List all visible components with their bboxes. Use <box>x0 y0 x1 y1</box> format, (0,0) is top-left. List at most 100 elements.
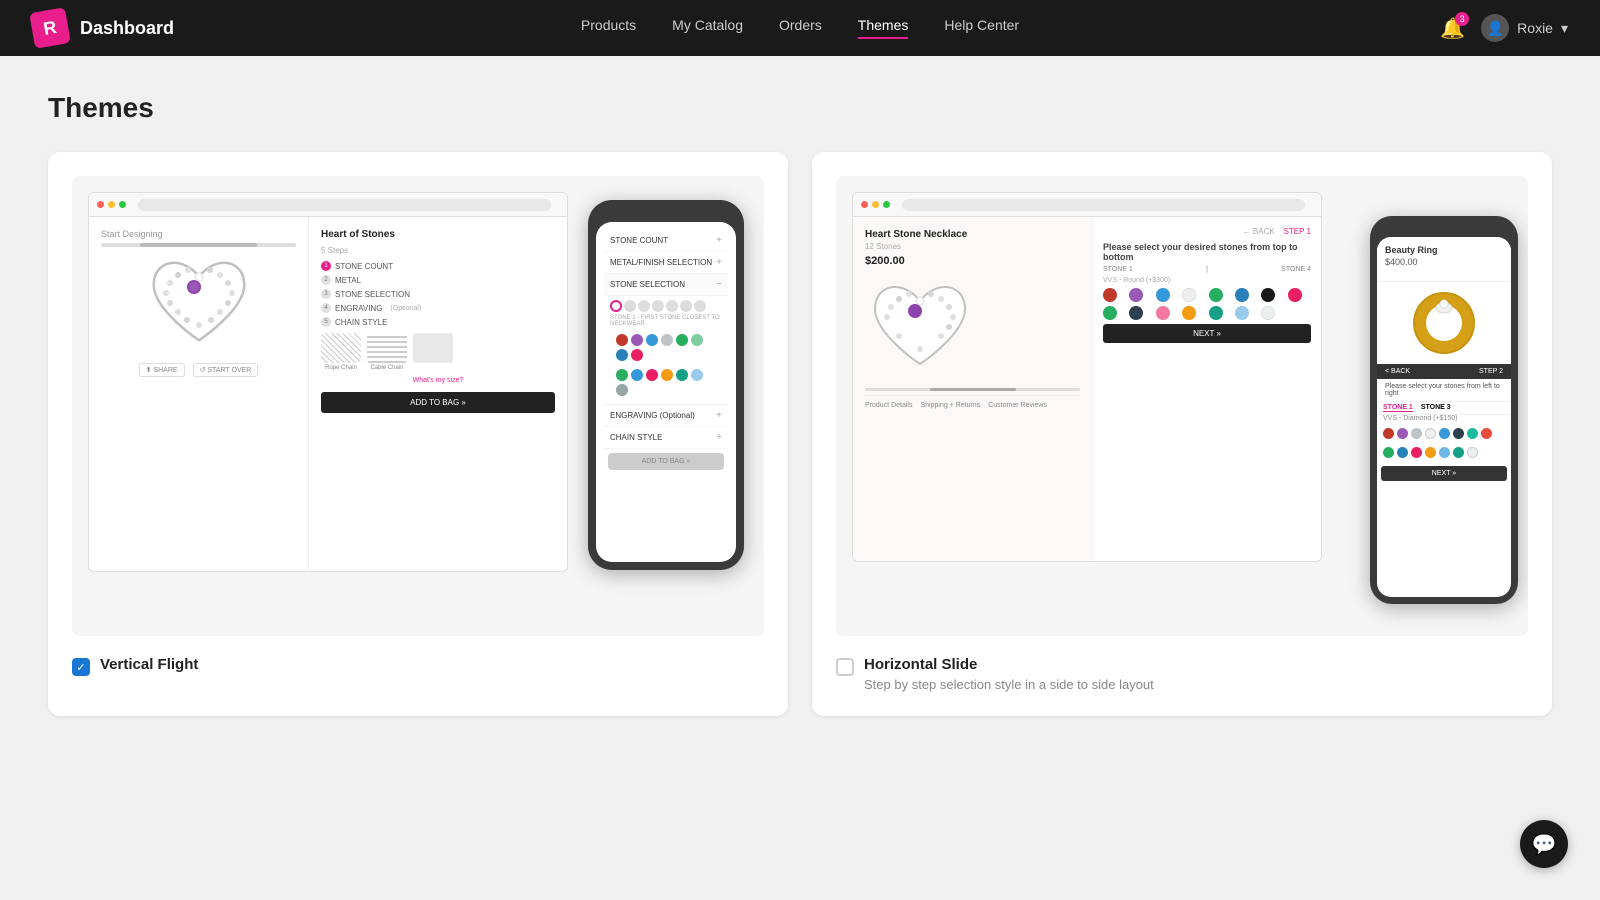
stone-5[interactable] <box>1209 288 1223 302</box>
m-stone-r-14[interactable] <box>1453 447 1464 458</box>
brand: R Dashboard <box>32 10 174 46</box>
mobile-expand-4[interactable]: + <box>716 410 722 421</box>
m-stone-r-15[interactable] <box>1467 447 1478 458</box>
stone-3[interactable] <box>1156 288 1170 302</box>
nav-themes[interactable]: Themes <box>858 17 909 39</box>
nav-catalog[interactable]: My Catalog <box>672 17 743 39</box>
step-item-5: 5 CHAIN STYLE <box>321 317 555 327</box>
step-num-4: 4 <box>321 303 331 313</box>
whats-link[interactable]: What's my size? <box>321 377 555 384</box>
m-stone-r-2[interactable] <box>1397 428 1408 439</box>
browser-content: Start Designing <box>89 217 567 571</box>
stone-nav: STONE 1 | STONE 4 <box>1103 266 1311 273</box>
m-stone-r-8[interactable] <box>1481 428 1492 439</box>
user-avatar: 👤 <box>1481 14 1509 42</box>
step-label-5: CHAIN STYLE <box>335 318 387 327</box>
stone-6[interactable] <box>1235 288 1249 302</box>
browser-dot-red-r <box>861 201 868 208</box>
m-stone-r-1[interactable] <box>1383 428 1394 439</box>
notification-button[interactable]: 🔔 3 <box>1440 16 1465 41</box>
stone-7[interactable] <box>1261 288 1275 302</box>
browser-dot-yellow-r <box>872 201 879 208</box>
stone-15[interactable] <box>1261 306 1275 320</box>
horizontal-slide-checkbox[interactable] <box>836 658 854 676</box>
stone-9[interactable] <box>1103 306 1117 320</box>
mobile-add-to-bag[interactable]: ADD TO BAG » <box>608 453 724 470</box>
tab-product-details[interactable]: Product Details <box>865 402 912 409</box>
step-item-1: 1 STONE COUNT <box>321 261 555 271</box>
nav-help[interactable]: Help Center <box>944 17 1019 39</box>
product-right-panel: Heart of Stones 5 Steps 1 STONE COUNT 2 … <box>309 217 567 571</box>
theme-card-horizontal: Heart Stone Necklace 12 Stones $200.00 <box>812 152 1552 716</box>
stone-2[interactable] <box>1129 288 1143 302</box>
browser-bar-right <box>853 193 1321 217</box>
share-button-mini[interactable]: ⬆ SHARE <box>139 363 185 377</box>
chat-icon: 💬 <box>1532 832 1557 857</box>
start-over-button[interactable]: ↺ START OVER <box>193 363 259 377</box>
stone-label-1: STONE 1 <box>1383 404 1413 412</box>
ring-image <box>1409 288 1479 358</box>
next-button-right[interactable]: NEXT » <box>1103 324 1311 343</box>
stone-1[interactable] <box>1103 288 1117 302</box>
user-menu[interactable]: 👤 Roxie ▾ <box>1481 14 1568 42</box>
mobile-step-label-1: STONE COUNT <box>610 236 668 245</box>
theme-check-area-horizontal: Horizontal Slide Step by step selection … <box>836 656 1528 692</box>
chain-other-image <box>413 333 453 363</box>
add-to-bag-desktop[interactable]: ADD TO BAG » <box>321 392 555 413</box>
m-stone-r-13[interactable] <box>1439 447 1450 458</box>
page-content: Themes Start Designing <box>0 56 1600 752</box>
user-name: Roxie <box>1517 20 1553 36</box>
tab-reviews[interactable]: Customer Reviews <box>988 402 1047 409</box>
stone-10[interactable] <box>1129 306 1143 320</box>
mobile-step-label-2: METAL/FINISH SELECTION <box>610 258 712 267</box>
stone-13[interactable] <box>1209 306 1223 320</box>
mobile-step-engraving: ENGRAVING (Optional) + <box>604 405 728 427</box>
stones-grid-right-2 <box>1103 306 1311 320</box>
m-stone-r-11[interactable] <box>1411 447 1422 458</box>
mobile-expand-2[interactable]: + <box>716 257 722 268</box>
mobile-stone-labels: STONE 1 STONE 3 <box>1377 402 1511 415</box>
notification-badge: 3 <box>1455 12 1469 26</box>
m-stone-r-12[interactable] <box>1425 447 1436 458</box>
chain-rope-image <box>321 333 361 363</box>
horizontal-slide-label: Horizontal Slide <box>864 656 1154 673</box>
nav-orders[interactable]: Orders <box>779 17 822 39</box>
m-stone-r-10[interactable] <box>1397 447 1408 458</box>
mobile-mockup-vertical: STONE COUNT + METAL/FINISH SELECTION + S… <box>588 200 744 570</box>
mobile-step-label-right: STEP 2 <box>1479 368 1503 375</box>
navbar: R Dashboard Products My Catalog Orders T… <box>0 0 1600 56</box>
brand-name: Dashboard <box>80 18 174 39</box>
browser-dot-yellow <box>108 201 115 208</box>
chat-button[interactable]: 💬 <box>1520 820 1568 868</box>
m-stone-r-4[interactable] <box>1425 428 1436 439</box>
m-stone-r-7[interactable] <box>1467 428 1478 439</box>
browser-dot-green-r <box>883 201 890 208</box>
stone-14[interactable] <box>1235 306 1249 320</box>
stone-8[interactable] <box>1288 288 1302 302</box>
heart-jewelry-image <box>144 255 254 355</box>
mobile-screen-vertical: STONE COUNT + METAL/FINISH SELECTION + S… <box>596 222 736 562</box>
vertical-flight-checkbox[interactable]: ✓ <box>72 658 90 676</box>
chain-rope-label: Rope Chain <box>321 365 361 371</box>
stone-nav-separator: | <box>1206 266 1208 273</box>
tab-shipping[interactable]: Shipping + Returns <box>920 402 980 409</box>
mobile-next-right[interactable]: NEXT » <box>1381 466 1507 481</box>
mobile-expand-3[interactable]: − <box>716 279 722 290</box>
stone-11[interactable] <box>1156 306 1170 320</box>
m-stone-r-6[interactable] <box>1453 428 1464 439</box>
mobile-expand-5[interactable]: + <box>716 432 722 443</box>
theme-check-area-vertical: ✓ Vertical Flight <box>72 656 764 676</box>
stone-4[interactable] <box>1182 288 1196 302</box>
m-stone-r-5[interactable] <box>1439 428 1450 439</box>
stone-label-2: STONE 3 <box>1421 404 1451 412</box>
step-item-3: 3 STONE SELECTION <box>321 289 555 299</box>
stone-count-right: 12 Stones <box>865 242 967 251</box>
stone-12[interactable] <box>1182 306 1196 320</box>
product-label: Start Designing <box>101 229 163 239</box>
m-stone-r-3[interactable] <box>1411 428 1422 439</box>
step-label: STEP 1 <box>1284 227 1311 236</box>
mobile-expand-1[interactable]: + <box>716 235 722 246</box>
m-stone-r-9[interactable] <box>1383 447 1394 458</box>
nav-products[interactable]: Products <box>581 17 636 39</box>
step-description: Please select your desired stones from t… <box>1103 242 1311 262</box>
